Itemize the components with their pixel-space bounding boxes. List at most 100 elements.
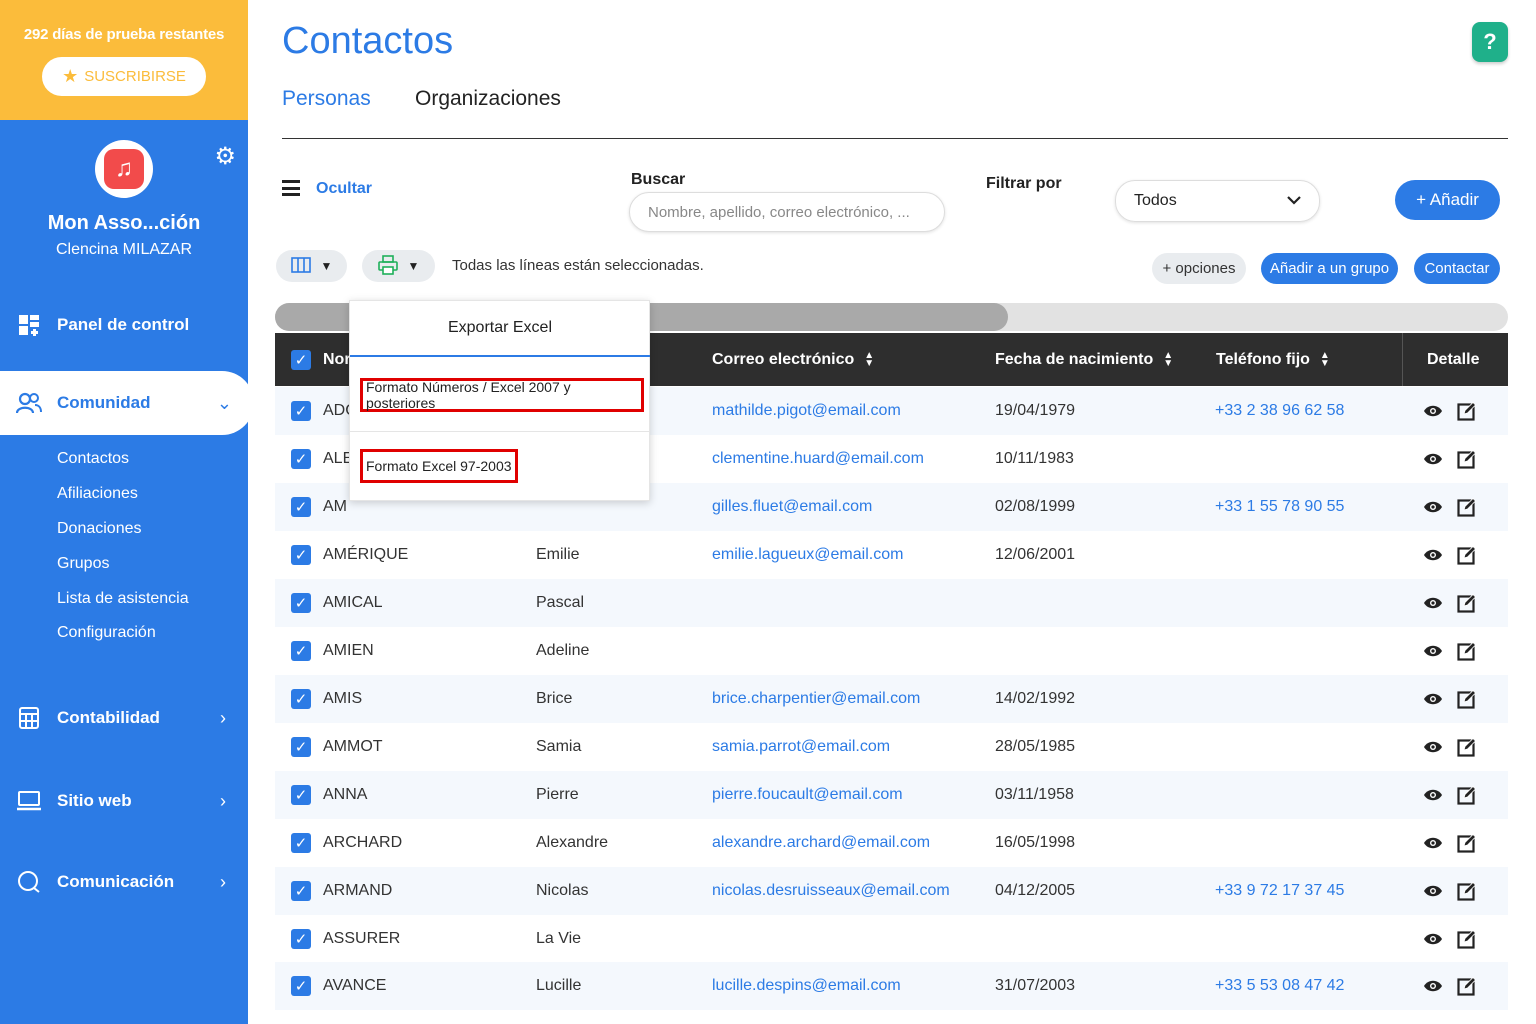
row-checkbox[interactable]: ✓ <box>291 387 311 435</box>
cell-first-name: Samia <box>536 738 582 755</box>
eye-icon[interactable] <box>1423 771 1443 819</box>
column-header-name[interactable]: Nor <box>323 333 351 386</box>
cell-email[interactable]: nicolas.desruisseaux@email.com <box>712 867 950 915</box>
table-row[interactable]: ✓ AMIS Brice brice.charpentier@email.com 14/… <box>275 675 1508 723</box>
menu-icon[interactable] <box>282 180 300 196</box>
options-button[interactable]: + opciones <box>1152 253 1246 284</box>
cell-email[interactable]: brice.charpentier@email.com <box>712 675 920 723</box>
table-row[interactable]: ✓ ANNA Pierre pierre.foucault@email.com 03/1… <box>275 771 1508 819</box>
table-row[interactable]: ✓ AMIEN Adeline <box>275 627 1508 675</box>
table-row[interactable]: ✓ AVANCE Lucille lucille.despins@email.com 3… <box>275 962 1508 1010</box>
edit-icon[interactable] <box>1457 962 1477 1010</box>
row-checkbox[interactable]: ✓ <box>291 483 311 531</box>
column-header-phone[interactable]: Teléfono fijo ▲ ▼ <box>1216 333 1330 386</box>
cell-email[interactable]: clementine.huard@email.com <box>712 435 924 483</box>
table-row[interactable]: ✓ ARMAND Nicolas nicolas.desruisseaux@email… <box>275 867 1508 915</box>
table-row[interactable]: ✓ AMÉRIQUE Emilie emilie.lagueux@email.com 1… <box>275 531 1508 579</box>
row-checkbox[interactable]: ✓ <box>291 819 311 867</box>
row-checkbox[interactable]: ✓ <box>291 962 311 1010</box>
row-checkbox[interactable]: ✓ <box>291 627 311 675</box>
cell-email[interactable]: mathilde.pigot@email.com <box>712 387 901 435</box>
row-checkbox[interactable]: ✓ <box>291 675 311 723</box>
cell-email[interactable]: alexandre.archard@email.com <box>712 819 930 867</box>
cell-phone[interactable]: +33 1 55 78 90 55 <box>1215 483 1344 531</box>
sidebar-item-panel[interactable]: Panel de control <box>0 297 248 353</box>
eye-icon[interactable] <box>1423 435 1443 483</box>
help-button[interactable]: ? <box>1472 22 1508 62</box>
gear-icon[interactable]: ⚙ <box>214 142 236 171</box>
sidebar-subitem-configuracion[interactable]: Configuración <box>57 624 156 642</box>
subscribe-button[interactable]: ★ SUSCRIBIRSE <box>42 57 206 96</box>
cell-phone[interactable]: +33 9 72 17 37 45 <box>1215 867 1344 915</box>
filter-select[interactable]: Todos <box>1115 180 1320 222</box>
eye-icon[interactable] <box>1423 627 1443 675</box>
edit-icon[interactable] <box>1457 867 1477 915</box>
cell-birth-date: 12/06/2001 <box>995 546 1076 563</box>
eye-icon[interactable] <box>1423 867 1443 915</box>
table-row[interactable]: ✓ ASSURER La Vie <box>275 915 1508 963</box>
export-button[interactable]: ▼ <box>362 250 435 282</box>
contact-button[interactable]: Contactar <box>1414 253 1500 284</box>
eye-icon[interactable] <box>1423 675 1443 723</box>
row-checkbox[interactable]: ✓ <box>291 579 311 627</box>
edit-icon[interactable] <box>1457 723 1477 771</box>
sidebar-subitem-afiliaciones[interactable]: Afiliaciones <box>57 485 138 503</box>
sidebar-item-comunidad[interactable]: Comunidad ⌄ <box>0 371 254 435</box>
tab-personas[interactable]: Personas <box>282 87 371 111</box>
edit-icon[interactable] <box>1457 819 1477 867</box>
avatar[interactable]: ♫ <box>95 140 153 198</box>
edit-icon[interactable] <box>1457 627 1477 675</box>
columns-button[interactable]: ▼ <box>276 250 347 282</box>
table-row[interactable]: ✓ ARCHARD Alexandre alexandre.archard@email… <box>275 819 1508 867</box>
row-checkbox[interactable]: ✓ <box>291 723 311 771</box>
row-checkbox[interactable]: ✓ <box>291 867 311 915</box>
eye-icon[interactable] <box>1423 915 1443 963</box>
eye-icon[interactable] <box>1423 531 1443 579</box>
tab-organizaciones[interactable]: Organizaciones <box>415 87 561 111</box>
sidebar-subitem-lista-asistencia[interactable]: Lista de asistencia <box>57 590 189 608</box>
table-row[interactable]: ✓ AMMOT Samia samia.parrot@email.com 28/05/1… <box>275 723 1508 771</box>
eye-icon[interactable] <box>1423 819 1443 867</box>
cell-email[interactable]: samia.parrot@email.com <box>712 723 890 771</box>
cell-phone[interactable]: +33 2 38 96 62 58 <box>1215 387 1344 435</box>
export-option-xls[interactable]: Formato Excel 97-2003 <box>360 449 518 483</box>
eye-icon[interactable] <box>1423 483 1443 531</box>
sidebar-subitem-grupos[interactable]: Grupos <box>57 555 109 573</box>
edit-icon[interactable] <box>1457 915 1477 963</box>
sidebar-subitem-contactos[interactable]: Contactos <box>57 450 129 468</box>
edit-icon[interactable] <box>1457 579 1477 627</box>
edit-icon[interactable] <box>1457 435 1477 483</box>
add-to-group-button[interactable]: Añadir a un grupo <box>1261 253 1398 284</box>
export-option-xlsx[interactable]: Formato Números / Excel 2007 y posterior… <box>360 378 644 412</box>
add-button[interactable]: + Añadir <box>1395 180 1500 220</box>
edit-icon[interactable] <box>1457 771 1477 819</box>
edit-icon[interactable] <box>1457 387 1477 435</box>
sidebar-subitem-donaciones[interactable]: Donaciones <box>57 520 142 538</box>
search-input[interactable] <box>629 192 945 232</box>
cell-phone[interactable]: +33 5 53 08 47 42 <box>1215 962 1344 1010</box>
cell-email[interactable]: emilie.lagueux@email.com <box>712 531 903 579</box>
row-checkbox[interactable]: ✓ <box>291 771 311 819</box>
eye-icon[interactable] <box>1423 387 1443 435</box>
eye-icon[interactable] <box>1423 723 1443 771</box>
edit-icon[interactable] <box>1457 531 1477 579</box>
cell-email[interactable]: gilles.fluet@email.com <box>712 483 872 531</box>
cell-email[interactable]: pierre.foucault@email.com <box>712 771 903 819</box>
eye-icon[interactable] <box>1423 962 1443 1010</box>
select-all-checkbox[interactable]: ✓ <box>291 333 311 386</box>
cell-email[interactable]: lucille.despins@email.com <box>712 962 901 1010</box>
edit-icon[interactable] <box>1457 483 1477 531</box>
column-header-email[interactable]: Correo electrónico ▲ ▼ <box>712 333 874 386</box>
row-checkbox[interactable]: ✓ <box>291 915 311 963</box>
row-checkbox[interactable]: ✓ <box>291 531 311 579</box>
row-checkbox[interactable]: ✓ <box>291 435 311 483</box>
sidebar-item-contabilidad[interactable]: Contabilidad › <box>0 690 248 746</box>
sidebar-item-comunicacion[interactable]: Comunicación › <box>0 854 248 910</box>
hide-filters-link[interactable]: Ocultar <box>316 180 372 198</box>
cell-birth-date: 10/11/1983 <box>995 450 1074 467</box>
sidebar-item-sitio-web[interactable]: Sitio web › <box>0 773 248 829</box>
table-row[interactable]: ✓ AMICAL Pascal <box>275 579 1508 627</box>
eye-icon[interactable] <box>1423 579 1443 627</box>
column-header-birth[interactable]: Fecha de nacimiento ▲ ▼ <box>995 333 1173 386</box>
edit-icon[interactable] <box>1457 675 1477 723</box>
